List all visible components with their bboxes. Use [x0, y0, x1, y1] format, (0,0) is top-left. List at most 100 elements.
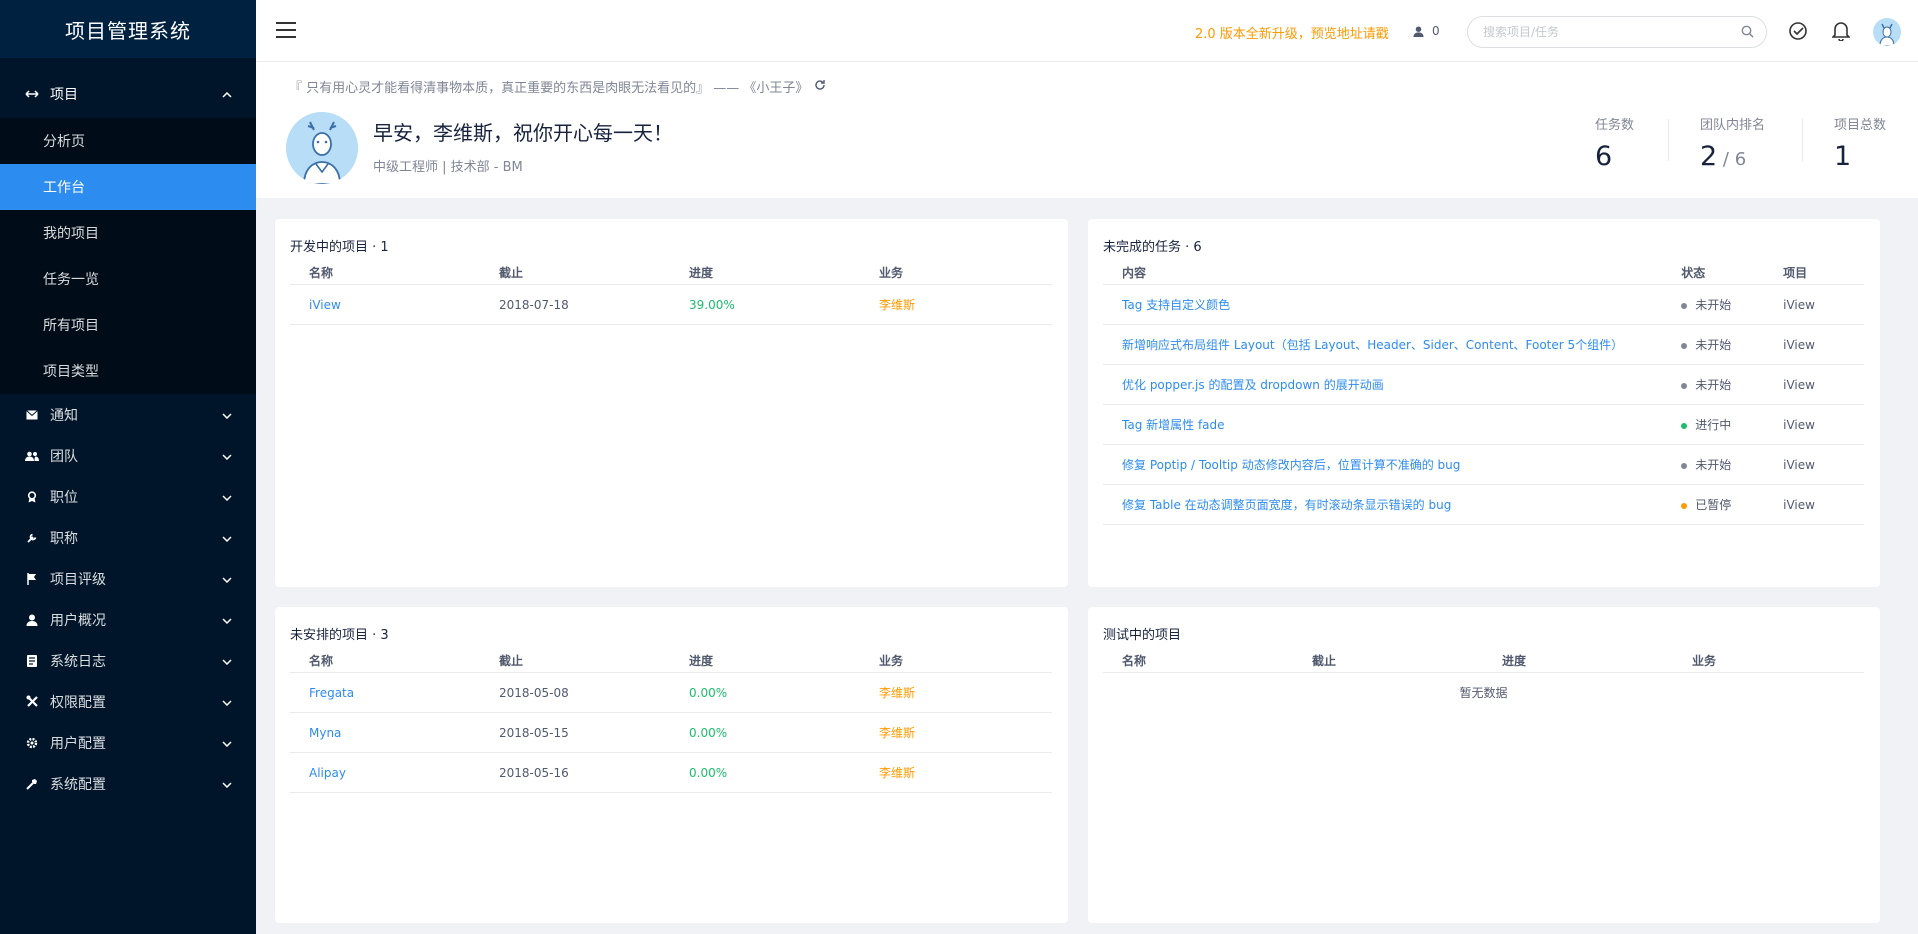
table-row: Tag 新增属性 fade 进行中 iView: [1103, 405, 1864, 445]
sidebar-item-project-rating[interactable]: 项目评级: [0, 558, 256, 599]
owner: 李维斯: [879, 298, 916, 312]
progress: 0.00%: [689, 765, 728, 780]
sidebar-item-system-config[interactable]: 系统配置: [0, 763, 256, 804]
welcome-panel: 『 只有用心灵才能看得清事物本质，真正重要的东西是肉眼无法看见的』 —— 《小王…: [256, 62, 1918, 198]
sidebar-item-my-projects[interactable]: 我的项目: [0, 210, 256, 256]
rank-total: / 6: [1717, 149, 1747, 170]
task-link[interactable]: 新增响应式布局组件 Layout（包括 Layout、Header、Sider、…: [1103, 336, 1662, 353]
task-project: iView: [1783, 297, 1815, 312]
table-row: Myna 2018-05-15 0.00% 李维斯: [290, 713, 1052, 753]
avatar[interactable]: [1873, 18, 1901, 46]
column-header: 进度: [1502, 654, 1527, 668]
chevron-down-icon: [222, 530, 232, 546]
sidebar-item-all-projects[interactable]: 所有项目: [0, 302, 256, 348]
stat-label: 项目总数: [1834, 118, 1887, 133]
stat-value: 1: [1834, 141, 1852, 172]
chevron-down-icon: [222, 448, 232, 464]
table-row: Tag 支持自定义颜色 未开始 iView: [1103, 285, 1864, 325]
sidebar-item-task-list[interactable]: 任务一览: [0, 256, 256, 302]
sidebar-item-label: 职位: [50, 489, 78, 506]
column-header: 内容: [1122, 266, 1147, 280]
project-name-link[interactable]: Fregata: [290, 686, 480, 700]
project-name-link[interactable]: iView: [290, 298, 480, 312]
task-link[interactable]: 优化 popper.js 的配置及 dropdown 的展开动画: [1103, 376, 1662, 393]
stat-tasks: 任务数 6: [1595, 114, 1634, 172]
chevron-down-icon: [222, 776, 232, 792]
table-row: 优化 popper.js 的配置及 dropdown 的展开动画 未开始 iView: [1103, 365, 1864, 405]
flag-icon: [24, 572, 40, 585]
empty-state: 暂无数据: [1459, 686, 1508, 700]
sidebar-item-position[interactable]: 职位: [0, 476, 256, 517]
status-badge: 未开始: [1662, 336, 1764, 353]
user-avatar: [286, 112, 358, 184]
task-link[interactable]: 修复 Poptip / Tooltip 动态修改内容后，位置计算不准确的 bug: [1103, 456, 1662, 473]
sidebar-item-label: 工作台: [43, 180, 85, 196]
bell-icon[interactable]: [1831, 21, 1851, 44]
column-header: 截止: [499, 266, 524, 280]
sidebar-item-label: 系统日志: [50, 653, 106, 670]
mail-icon: [24, 409, 40, 420]
card-title: 未完成的任务 · 6: [1103, 240, 1202, 255]
top-header: 2.0 版本全新升级，预览地址请戳 0: [256, 0, 1918, 62]
progress: 0.00%: [689, 685, 728, 700]
hammer-icon: [24, 778, 40, 790]
search-input[interactable]: [1468, 17, 1718, 47]
sidebar-item-title[interactable]: 职称: [0, 517, 256, 558]
status-badge: 未开始: [1662, 296, 1764, 313]
task-project: iView: [1783, 497, 1815, 512]
stat-value: 6: [1595, 141, 1613, 172]
owner: 李维斯: [879, 726, 916, 740]
person-icon: [1413, 25, 1424, 37]
status-dot: [1681, 382, 1688, 389]
rank-value: 2: [1700, 141, 1718, 172]
menu-icon[interactable]: [276, 22, 296, 38]
progress: 0.00%: [689, 725, 728, 740]
refresh-icon[interactable]: [814, 79, 826, 95]
status-dot: [1681, 422, 1688, 429]
tools-icon: [24, 695, 40, 708]
upgrade-notice-link[interactable]: 2.0 版本全新升级，预览地址请戳: [1195, 23, 1389, 42]
column-header: 进度: [689, 266, 714, 280]
table-row: Alipay 2018-05-16 0.00% 李维斯: [290, 753, 1052, 793]
deadline: 2018-07-18: [499, 297, 569, 312]
task-link[interactable]: Tag 新增属性 fade: [1103, 416, 1662, 433]
sidebar: 项目管理系统 项目 分析页 工作台 我的项目 任务一览 所有项目 项目类型 通知…: [0, 0, 256, 934]
chevron-down-icon: [222, 407, 232, 423]
task-link[interactable]: 修复 Table 在动态调整页面宽度，有时滚动条显示错误的 bug: [1103, 496, 1662, 513]
sidebar-item-label: 我的项目: [43, 226, 99, 242]
sidebar-item-system-log[interactable]: 系统日志: [0, 640, 256, 681]
status-text: 已暂停: [1695, 498, 1732, 512]
menu-group-project[interactable]: 项目: [0, 70, 256, 118]
sidebar-item-analysis[interactable]: 分析页: [0, 118, 256, 164]
sidebar-item-user-overview[interactable]: 用户概况: [0, 599, 256, 640]
table-row: iView 2018-07-18 39.00% 李维斯: [290, 285, 1052, 325]
sidebar-item-user-config[interactable]: 用户配置: [0, 722, 256, 763]
status-text: 未开始: [1695, 458, 1732, 472]
online-users[interactable]: 0: [1413, 24, 1440, 38]
sidebar-item-project-types[interactable]: 项目类型: [0, 348, 256, 394]
unscheduled-projects-card: 未安排的项目 · 3 名称 截止 进度 业务 Fregata 2018-05-0…: [275, 607, 1068, 923]
status-dot: [1681, 502, 1688, 509]
app-logo[interactable]: 项目管理系统: [0, 0, 256, 58]
check-circle-icon[interactable]: [1788, 21, 1808, 44]
table-row: 新增响应式布局组件 Layout（包括 Layout、Header、Sider、…: [1103, 325, 1864, 365]
card-title: 测试中的项目: [1103, 628, 1182, 643]
table-row: Fregata 2018-05-08 0.00% 李维斯: [290, 673, 1052, 713]
sidebar-item-team[interactable]: 团队: [0, 435, 256, 476]
sidebar-item-permissions[interactable]: 权限配置: [0, 681, 256, 722]
project-name-link[interactable]: Myna: [290, 726, 480, 740]
sidebar-item-label: 所有项目: [43, 318, 99, 334]
project-name-link[interactable]: Alipay: [290, 766, 480, 780]
sidebar-item-workbench[interactable]: 工作台: [0, 164, 256, 210]
task-link[interactable]: Tag 支持自定义颜色: [1103, 296, 1662, 313]
dev-projects-table: 名称 截止 进度 业务 iView 2018-07-18 39.00% 李维斯: [290, 261, 1052, 325]
log-icon: [24, 654, 40, 667]
sidebar-item-label: 用户概况: [50, 612, 106, 629]
sidebar-item-notifications[interactable]: 通知: [0, 394, 256, 435]
column-header: 截止: [499, 654, 524, 668]
owner: 李维斯: [879, 686, 916, 700]
status-badge: 未开始: [1662, 456, 1764, 473]
search-icon[interactable]: [1741, 25, 1754, 41]
status-dot: [1681, 302, 1688, 309]
stat-team-rank: 团队内排名 2 / 6: [1700, 114, 1765, 172]
